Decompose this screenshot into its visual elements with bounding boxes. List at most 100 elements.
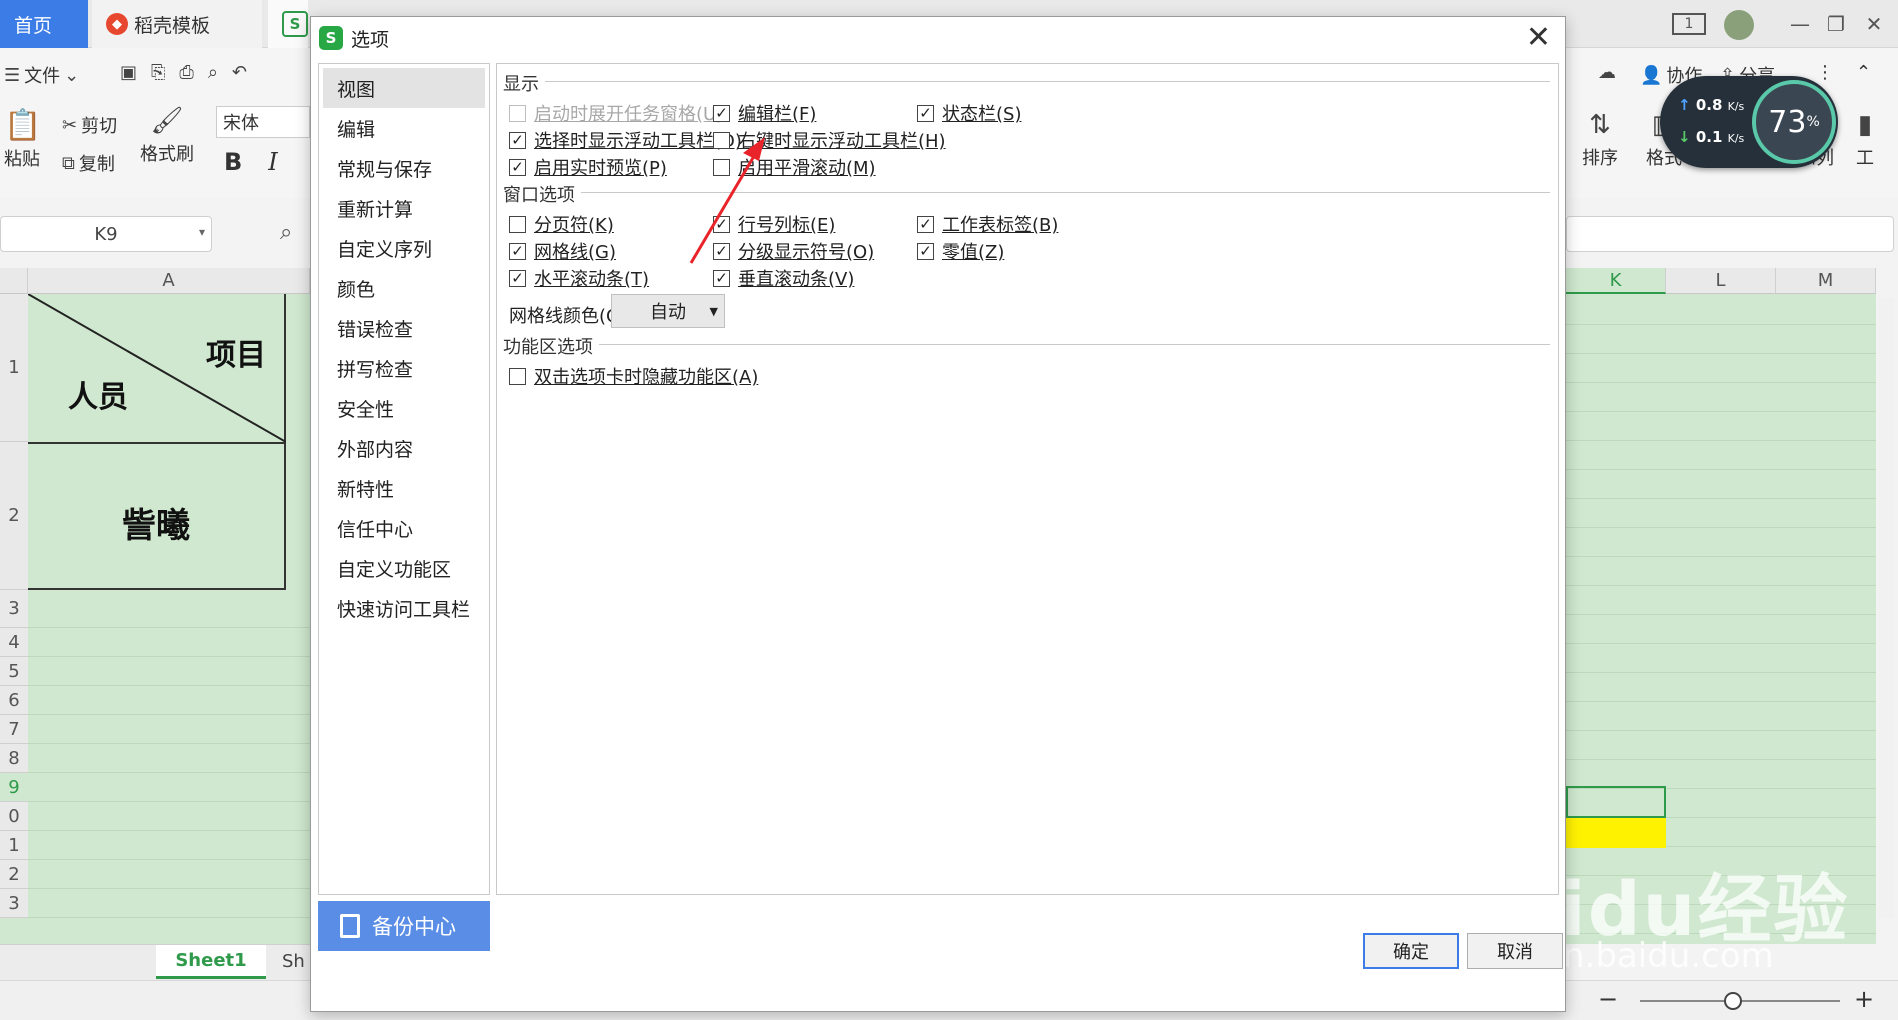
- option-formula-bar[interactable]: ✓ 编辑栏(F): [713, 100, 816, 126]
- cancel-button[interactable]: 取消: [1467, 933, 1563, 969]
- more-icon[interactable]: ⋮: [1816, 62, 1834, 83]
- select-all-corner[interactable]: [0, 268, 28, 294]
- font-select[interactable]: 宋体: [216, 106, 310, 138]
- sheet-grid-left[interactable]: A 1234567890123 项目 人员 訾曦: [0, 268, 310, 944]
- italic-button[interactable]: I: [268, 148, 277, 176]
- option-status-bar[interactable]: ✓ 状态栏(S): [917, 100, 1021, 126]
- option-float-toolbar-rightclick[interactable]: 右键时显示浮动工具栏(H): [713, 127, 946, 153]
- option-page-break[interactable]: 分页符(K): [509, 211, 614, 237]
- export-icon[interactable]: ⎘: [151, 62, 165, 83]
- dialog-title-bar[interactable]: S 选项 ✕: [311, 17, 1565, 59]
- checkbox[interactable]: ✓: [509, 158, 526, 176]
- page-indicator-icon[interactable]: 1: [1672, 13, 1706, 35]
- row-header[interactable]: 2: [0, 860, 28, 889]
- row-header[interactable]: 0: [0, 802, 28, 831]
- tab-home[interactable]: 首页: [0, 0, 88, 48]
- tab-docer-templates[interactable]: ◆ 稻壳模板: [92, 0, 262, 48]
- checkbox[interactable]: ✓: [713, 269, 730, 287]
- format-painter-button[interactable]: 🖌 格式刷: [140, 106, 194, 166]
- collapse-ribbon-icon[interactable]: ⌃: [1856, 62, 1871, 83]
- column-header-l[interactable]: L: [1666, 268, 1776, 294]
- nav-item[interactable]: 错误检查: [323, 308, 485, 348]
- option-vertical-scrollbar[interactable]: ✓ 垂直滚动条(V): [713, 265, 854, 291]
- nav-item[interactable]: 颜色: [323, 268, 485, 308]
- name-box[interactable]: K9 ▾: [0, 216, 212, 252]
- zoom-in-icon[interactable]: +: [1854, 985, 1874, 1013]
- zoom-slider-handle[interactable]: [1724, 992, 1742, 1010]
- column-header-a[interactable]: A: [28, 268, 310, 294]
- nav-item[interactable]: 快速访问工具栏: [323, 588, 485, 628]
- search-icon[interactable]: ⌕: [280, 220, 292, 245]
- nav-item[interactable]: 拼写检查: [323, 348, 485, 388]
- paste-button[interactable]: 📋 粘贴: [4, 108, 41, 171]
- print-icon[interactable]: ⎙: [179, 62, 193, 83]
- checkbox[interactable]: ✓: [917, 242, 934, 260]
- ok-button[interactable]: 确定: [1363, 933, 1459, 969]
- cloud-sync-icon[interactable]: ☁: [1598, 62, 1616, 83]
- option-smooth-scroll[interactable]: 启用平滑滚动(M): [713, 154, 876, 180]
- checkbox[interactable]: [509, 215, 526, 233]
- row-header[interactable]: 9: [0, 773, 28, 802]
- option-startup-taskpane[interactable]: 启动时展开任务窗格(U): [509, 100, 723, 126]
- sheet-tab-sheet1[interactable]: Sheet1: [156, 945, 266, 979]
- checkbox[interactable]: [509, 367, 526, 385]
- checkbox[interactable]: ✓: [917, 215, 934, 233]
- grid-color-select[interactable]: 自动 ▼: [611, 294, 725, 328]
- option-float-toolbar-select[interactable]: ✓ 选择时显示浮动工具栏(D): [509, 127, 742, 153]
- backup-center-button[interactable]: 备份中心: [318, 901, 490, 951]
- nav-item[interactable]: 重新计算: [323, 188, 485, 228]
- save-icon[interactable]: ▣: [120, 62, 137, 83]
- row-header[interactable]: 3: [0, 889, 28, 918]
- row-header[interactable]: 1: [0, 831, 28, 860]
- checkbox[interactable]: ✓: [509, 242, 526, 260]
- row-header[interactable]: 7: [0, 715, 28, 744]
- preview-icon[interactable]: ⌕: [208, 62, 218, 83]
- checkbox[interactable]: [509, 104, 526, 122]
- restore-icon[interactable]: ❐: [1822, 10, 1850, 38]
- worksheet-button[interactable]: ▮ 工: [1856, 110, 1874, 170]
- active-cell-k9[interactable]: [1566, 786, 1666, 818]
- checkbox[interactable]: ✓: [713, 215, 730, 233]
- column-header-m[interactable]: M: [1776, 268, 1876, 294]
- row-header[interactable]: 5: [0, 657, 28, 686]
- nav-item[interactable]: 常规与保存: [323, 148, 485, 188]
- zoom-out-icon[interactable]: −: [1598, 985, 1618, 1013]
- row-header[interactable]: 3: [0, 590, 28, 628]
- checkbox[interactable]: ✓: [917, 104, 934, 122]
- checkbox[interactable]: ✓: [713, 104, 730, 122]
- bold-button[interactable]: B: [224, 148, 242, 176]
- option-gridlines[interactable]: ✓ 网格线(G): [509, 238, 616, 264]
- option-horizontal-scrollbar[interactable]: ✓ 水平滚动条(T): [509, 265, 649, 291]
- option-sheet-tabs[interactable]: ✓ 工作表标签(B): [917, 211, 1058, 237]
- formula-input[interactable]: [1566, 216, 1894, 252]
- checkbox[interactable]: [713, 158, 730, 176]
- checkbox[interactable]: ✓: [509, 131, 526, 149]
- column-header-k[interactable]: K: [1566, 268, 1666, 294]
- option-zero-values[interactable]: ✓ 零值(Z): [917, 238, 1004, 264]
- close-window-icon[interactable]: ✕: [1860, 10, 1888, 38]
- copy-button[interactable]: ⧉ 复制: [62, 150, 115, 176]
- sort-button[interactable]: ⇅ 排序: [1582, 110, 1618, 170]
- row-header[interactable]: 8: [0, 744, 28, 773]
- nav-item[interactable]: 新特性: [323, 468, 485, 508]
- sheet-tab-2[interactable]: Sh: [282, 951, 305, 972]
- file-menu[interactable]: ☰ 文件 ⌄: [4, 62, 79, 88]
- option-live-preview[interactable]: ✓ 启用实时预览(P): [509, 154, 667, 180]
- option-hide-ribbon-dblclick[interactable]: 双击选项卡时隐藏功能区(A): [509, 363, 758, 389]
- checkbox[interactable]: ✓: [713, 242, 730, 260]
- row-header[interactable]: 4: [0, 628, 28, 657]
- avatar[interactable]: [1724, 10, 1754, 40]
- nav-item[interactable]: 自定义序列: [323, 228, 485, 268]
- undo-icon[interactable]: ↶: [232, 62, 247, 83]
- nav-item[interactable]: 外部内容: [323, 428, 485, 468]
- row-header[interactable]: 6: [0, 686, 28, 715]
- vertical-scrollbar[interactable]: [1878, 298, 1894, 918]
- nav-item[interactable]: 视图: [323, 68, 485, 108]
- checkbox[interactable]: [713, 131, 730, 149]
- option-row-col-headers[interactable]: ✓ 行号列标(E): [713, 211, 835, 237]
- option-outline-symbols[interactable]: ✓ 分级显示符号(O): [713, 238, 874, 264]
- tab-spreadsheet[interactable]: S: [268, 0, 308, 48]
- row-header[interactable]: 1: [0, 294, 28, 442]
- nav-item[interactable]: 信任中心: [323, 508, 485, 548]
- close-icon[interactable]: ✕: [1526, 21, 1551, 55]
